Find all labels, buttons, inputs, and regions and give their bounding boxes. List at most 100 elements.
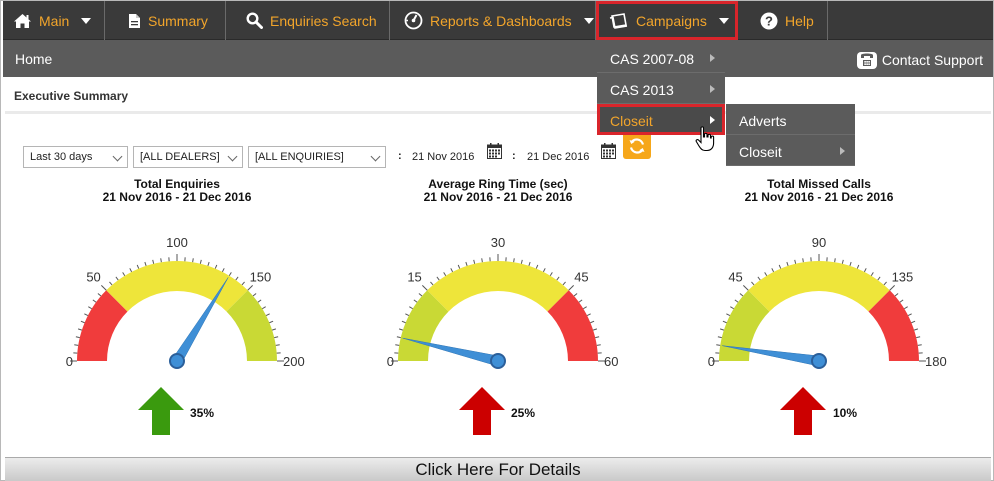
submenu-item-adverts[interactable]: Adverts (726, 104, 855, 135)
nav-reports-dashboards[interactable]: Reports & Dashboards (390, 1, 596, 40)
gauge-tick (481, 258, 483, 263)
gauge-tick (405, 313, 410, 317)
gauge-tick (573, 293, 578, 297)
calendar-icon[interactable] (601, 143, 616, 159)
gauge-tick-label: 50 (86, 270, 100, 285)
gauge-tick (115, 276, 119, 281)
gauge-tick (916, 336, 921, 339)
gauge-tick (75, 336, 80, 339)
gauge-tick-label: 0 (387, 354, 394, 369)
gauge-title-avg-ring-time: Average Ring Time (sec) 21 Nov 2016 - 21… (358, 178, 638, 204)
period-select-value: Last 30 days (30, 151, 93, 163)
nav-enquiries-search-label: Enquiries Search (270, 12, 377, 29)
gauge-tick-label: 180 (925, 354, 947, 369)
contact-support-link[interactable]: Contact Support (856, 50, 983, 70)
gauge-tick-label: 0 (708, 354, 715, 369)
svg-text:?: ? (765, 13, 773, 28)
breadcrumb-bar: Home Contact Support (3, 40, 993, 77)
gauge-tick (549, 272, 553, 276)
gauge-tick (443, 272, 447, 276)
gauge-tick-label: 200 (283, 354, 305, 369)
nav-campaigns[interactable]: Campaigns (596, 1, 738, 40)
gauge-tick-label: 135 (892, 270, 914, 285)
date-from[interactable]: 21 Nov 2016 (412, 151, 474, 163)
gauge-tick (136, 264, 140, 269)
period-select[interactable]: Last 30 days (23, 146, 128, 168)
gauge-tick (100, 284, 107, 291)
campaign-cards-icon (609, 12, 628, 29)
gauge-tick (917, 344, 922, 346)
gauge-tick (207, 261, 210, 267)
chevron-down-icon (718, 17, 729, 24)
app-root: Main Summary Enquiries Search Reports & … (0, 0, 994, 481)
top-navigation: Main Summary Enquiries Search Reports & … (3, 1, 993, 40)
gauge-band (748, 261, 890, 312)
menu-item-label: Closeit (610, 113, 653, 129)
gauge-tick (841, 259, 844, 264)
gauge-tick (235, 276, 239, 281)
breadcrumb-home[interactable]: Home (15, 51, 52, 67)
gauge-tick (129, 268, 133, 273)
menu-item-cas-2013[interactable]: CAS 2013 (597, 73, 725, 104)
enquiries-select-value: [ALL ENQUIRIES] (255, 151, 344, 163)
gauge-tick (556, 276, 560, 281)
calendar-icon[interactable] (487, 143, 502, 159)
gauge-tick (856, 264, 860, 269)
menu-item-cas-2007-08[interactable]: CAS 2007-08 (597, 42, 725, 73)
gauge-tick (786, 261, 789, 267)
chevron-down-icon (583, 17, 594, 24)
gauge-tick (401, 320, 406, 324)
date-to-separator: : (512, 150, 516, 162)
gauge-tick (418, 293, 423, 297)
gauge-tick (592, 328, 598, 331)
contact-support-label: Contact Support (881, 52, 983, 68)
menu-item-label: CAS 2007-08 (610, 51, 695, 67)
gauge-tick (520, 259, 523, 264)
refresh-button[interactable] (623, 132, 651, 159)
gauge-tick-label: 30 (491, 235, 505, 250)
gauge-tick (757, 276, 761, 281)
nav-campaigns-label: Campaigns (636, 12, 707, 29)
gauge-tick (568, 284, 575, 291)
home-icon (14, 13, 31, 28)
chevron-down-icon (81, 17, 92, 24)
gauge-tick (409, 306, 413, 310)
chevron-down-icon (370, 151, 381, 162)
date-from-separator: : (398, 150, 402, 162)
gauge-tick (542, 268, 546, 273)
gauge-tick (863, 268, 867, 273)
gauge-tick (726, 313, 731, 317)
gauge-tick (739, 293, 744, 297)
gauge-tick (241, 281, 245, 286)
gauge-tick (262, 306, 266, 310)
enquiries-select[interactable]: [ALL ENQUIRIES] (248, 146, 386, 168)
gauge-tick (716, 344, 721, 346)
gauge-tick (247, 284, 254, 291)
nav-help[interactable]: ? Help (738, 1, 828, 40)
date-to[interactable]: 21 Dec 2016 (527, 151, 589, 163)
gauge-tick (894, 293, 899, 297)
gauge-tick (398, 328, 404, 331)
gauge-band (106, 261, 248, 312)
gauge-tick (252, 293, 257, 297)
gauge-tick (870, 272, 874, 276)
gauge-tick (274, 336, 279, 339)
dealers-select[interactable]: [ALL DEALERS] (133, 146, 243, 168)
gauge-tick (722, 320, 727, 324)
submenu-item-closeit[interactable]: Closeit (726, 135, 855, 166)
gauge-tick (899, 299, 904, 303)
nav-enquiries-search[interactable]: Enquiries Search (226, 1, 390, 40)
gauge-tick-label: 0 (66, 354, 73, 369)
nav-summary[interactable]: Summary (105, 1, 226, 40)
gauge-tick (74, 344, 79, 346)
gauge-tick (578, 299, 583, 303)
gauge-tick-label: 150 (250, 270, 272, 285)
gauge-tick (513, 258, 515, 263)
nav-main[interactable]: Main (3, 1, 105, 40)
gauge-tick (535, 264, 539, 269)
menu-item-label: Closeit (739, 144, 782, 160)
document-icon (129, 13, 140, 28)
gauge-tick (751, 281, 755, 286)
details-button[interactable]: Click Here For Details (5, 457, 991, 481)
gauge-tick (590, 320, 595, 324)
